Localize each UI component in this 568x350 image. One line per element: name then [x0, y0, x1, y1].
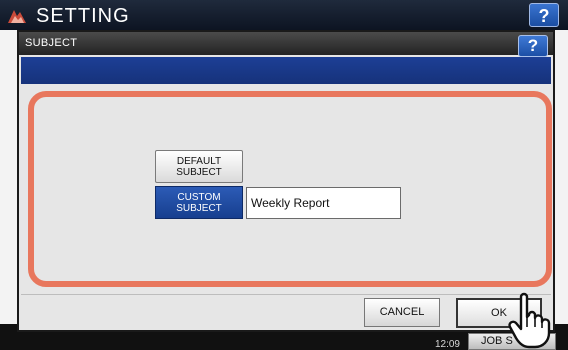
custom-subject-label-line1: CUSTOM: [177, 192, 221, 203]
clock: 12:09: [404, 330, 460, 350]
dialog-title: SUBJECT: [25, 37, 78, 49]
custom-subject-label-line2: SUBJECT: [176, 203, 222, 214]
dialog-title-bar: SUBJECT ?: [19, 32, 553, 57]
dialog-help-button[interactable]: ?: [518, 35, 548, 57]
setting-logo-icon: [8, 10, 26, 23]
default-subject-label-line1: DEFAULT: [176, 156, 222, 167]
dialog-info-bar: [21, 57, 551, 84]
setting-help-button[interactable]: ?: [529, 3, 559, 27]
subject-input[interactable]: Weekly Report: [246, 187, 401, 219]
setting-header-bar: SETTING ?: [0, 0, 568, 30]
setting-title: SETTING: [36, 5, 130, 27]
default-subject-button[interactable]: DEFAULT SUBJECT: [155, 150, 243, 183]
cancel-button[interactable]: CANCEL: [364, 298, 440, 327]
custom-subject-button[interactable]: CUSTOM SUBJECT: [155, 186, 243, 219]
default-subject-label-line2: SUBJECT: [176, 167, 222, 178]
dialog-footer-divider: [21, 294, 551, 295]
subject-dialog: SUBJECT ? DEFAULT SUBJECT CUSTOM SUBJECT…: [17, 30, 555, 332]
pointing-hand-icon: [508, 292, 551, 349]
clock-time: 12:09: [434, 339, 460, 350]
